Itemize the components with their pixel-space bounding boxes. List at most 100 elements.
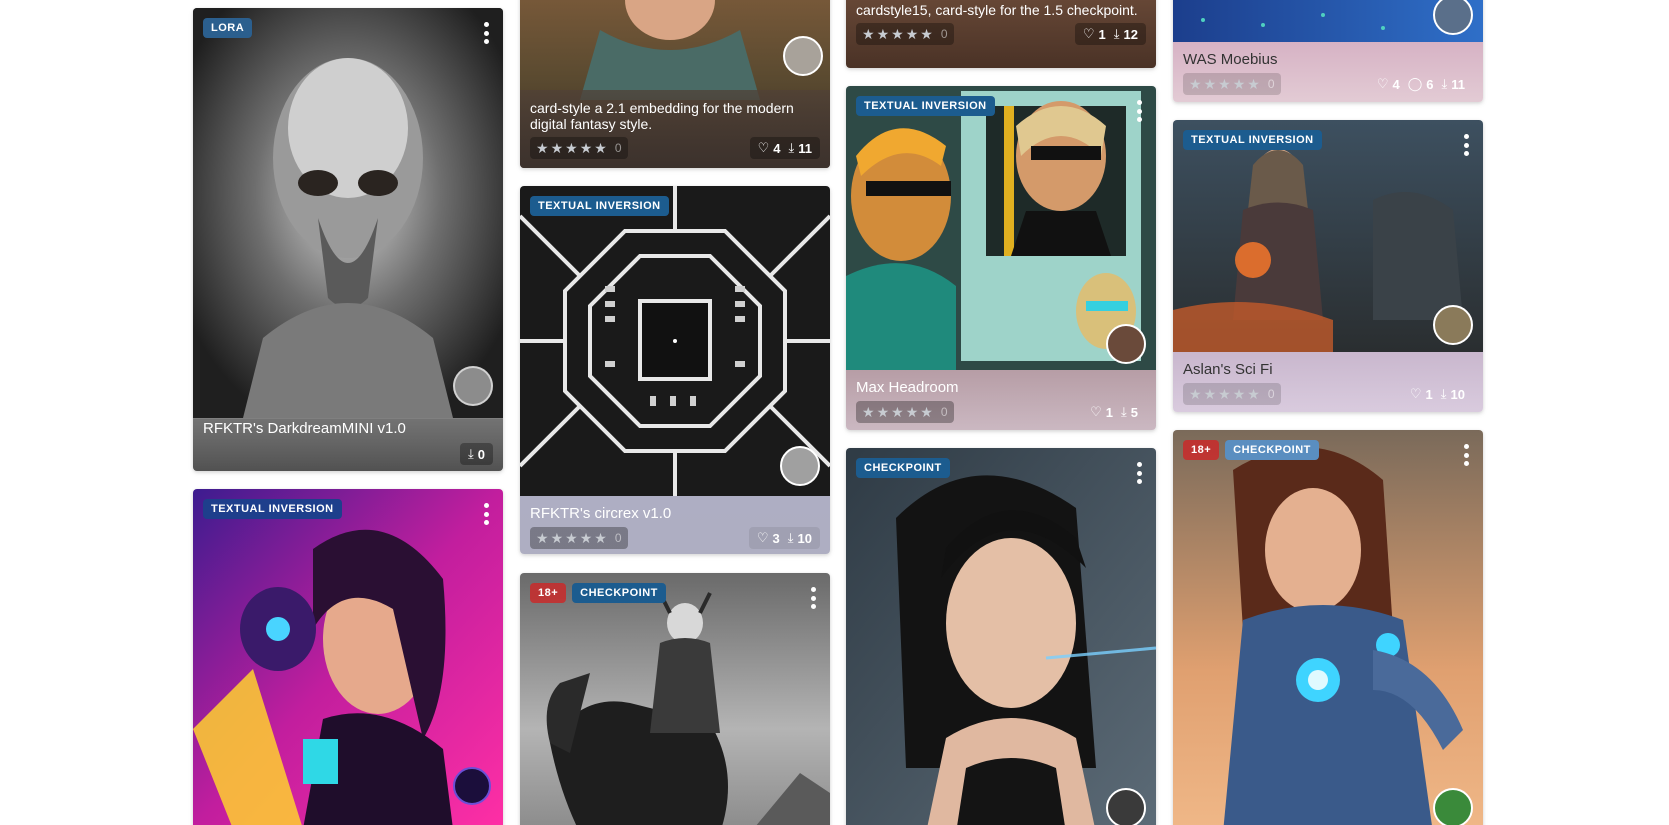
creator-avatar[interactable] [453, 366, 493, 406]
card-menu-button[interactable] [481, 503, 491, 525]
star-icon: ★ [920, 404, 933, 420]
model-metrics: ♡ 3 ⤓ 10 [748, 527, 820, 549]
model-preview-image [193, 489, 503, 825]
card-menu-button[interactable] [1461, 444, 1471, 466]
model-card-moebius[interactable]: WAS Moebius ★ ★ ★ ★ ★ 0 ♡ 4 ◯ 6 ⤓ 11 [1173, 0, 1483, 102]
star-icon: ★ [579, 530, 593, 546]
model-type-badge: TEXTUAL INVERSION [530, 196, 669, 216]
model-type-badge: LORA [203, 18, 253, 38]
model-title: Max Headroom [856, 379, 959, 396]
star-icon: ★ [1218, 76, 1231, 92]
model-card-cardstyle21[interactable]: card-style a 2.1 embedding for the moder… [520, 0, 830, 168]
card-menu-button[interactable] [808, 587, 818, 609]
card-footer: card-style a 2.1 embedding for the moder… [520, 90, 830, 168]
card-footer: RFKTR's circrex v1.0 ★ ★ ★ ★ ★ 0 ♡ 3 ⤓ 10 [520, 496, 830, 554]
model-title: card-style a 2.1 embedding for the moder… [530, 100, 794, 132]
menu-dot-icon [1136, 100, 1142, 105]
model-card-darkhair-woman[interactable]: CHECKPOINT [846, 448, 1156, 825]
menu-dot-icon [810, 595, 816, 601]
rating-count: 0 [614, 531, 622, 545]
star-icon: ★ [862, 404, 875, 420]
model-card-horserider[interactable]: 18+ CHECKPOINT [520, 573, 830, 825]
star-icon: ★ [565, 140, 578, 156]
menu-dot-icon [1136, 470, 1142, 476]
model-type-badge: TEXTUAL INVERSION [1183, 130, 1322, 150]
card-menu-button[interactable] [1134, 462, 1144, 484]
model-title: RFKTR's DarkdreamMINI v1.0 [203, 420, 406, 437]
comment-icon: ◯ [1407, 76, 1423, 91]
card-menu-button[interactable] [481, 22, 491, 44]
star-icon: ★ [550, 530, 564, 546]
model-metrics: ⤓ 0 [460, 443, 493, 465]
model-card-armor-woman[interactable]: 18+ CHECKPOINT [1173, 430, 1483, 825]
download-count: 11 [1451, 76, 1465, 92]
model-card-darkdream[interactable]: LORA RFKTR's DarkdreamMINI v1.0 ⤓ 0 [193, 8, 503, 471]
model-metrics: ♡ 1 ⤓ 10 [1402, 383, 1473, 405]
star-icon: ★ [920, 26, 933, 42]
card-menu-button[interactable] [1134, 100, 1144, 122]
model-card-aslan-scifi[interactable]: TEXTUAL INVERSION Aslan's Sci Fi ★ ★ ★ ★ ★ 0… [1173, 120, 1483, 412]
like-count: 3 [772, 530, 780, 546]
heart-icon: ♡ [1082, 26, 1095, 41]
heart-icon: ♡ [1090, 404, 1102, 419]
star-icon: ★ [1218, 386, 1231, 402]
model-title: Aslan's Sci Fi [1183, 361, 1273, 378]
menu-dot-icon [483, 30, 489, 36]
like-count: 1 [1105, 404, 1114, 420]
card-footer: Max Headroom ★ ★ ★ ★ ★ 0 ♡ 1 ⤓ 5 [846, 370, 1156, 430]
model-card-neon[interactable]: TEXTUAL INVERSION [193, 489, 503, 825]
menu-dot-icon [1136, 108, 1142, 114]
star-icon: ★ [1189, 386, 1202, 402]
star-icon: ★ [594, 140, 607, 156]
rating-count: 0 [1267, 77, 1275, 91]
model-card-maxheadroom[interactable]: TEXTUAL INVERSION Max Headroom ★ ★ ★ ★ ★ 0 ♡… [846, 86, 1156, 430]
star-icon: ★ [891, 26, 904, 42]
card-footer: WAS Moebius ★ ★ ★ ★ ★ 0 ♡ 4 ◯ 6 ⤓ 11 [1173, 42, 1483, 102]
heart-icon: ♡ [757, 140, 770, 155]
rating-stars: ★ ★ ★ ★ ★ 0 [530, 137, 628, 159]
model-type-badge: TEXTUAL INVERSION [203, 499, 342, 519]
model-card-cardstyle15[interactable]: cardstyle15, card-style for the 1.5 chec… [846, 0, 1156, 68]
star-icon: ★ [1203, 76, 1217, 92]
card-footer: Aslan's Sci Fi ★ ★ ★ ★ ★ 0 ♡ 1 ⤓ 10 [1173, 352, 1483, 412]
menu-dot-icon [1463, 452, 1469, 458]
model-type-badge: TEXTUAL INVERSION [856, 96, 995, 116]
rating-count: 0 [614, 141, 622, 155]
rating-count: 0 [940, 27, 948, 41]
menu-dot-icon [483, 22, 489, 27]
star-icon: ★ [1189, 76, 1202, 92]
model-type-badge: CHECKPOINT [1225, 440, 1319, 460]
model-title: RFKTR's circrex v1.0 [530, 505, 672, 522]
like-count: 1 [1098, 26, 1106, 42]
star-icon: ★ [536, 530, 549, 546]
menu-dot-icon [1136, 479, 1142, 484]
download-icon: ⤓ [1441, 76, 1448, 91]
menu-dot-icon [483, 503, 489, 508]
star-icon: ★ [876, 26, 890, 42]
model-preview-image [193, 8, 503, 418]
menu-dot-icon [810, 587, 816, 592]
like-count: 4 [773, 140, 781, 156]
menu-dot-icon [483, 511, 489, 517]
card-footer: RFKTR's DarkdreamMINI v1.0 ⤓ 0 [193, 419, 503, 471]
star-icon: ★ [1247, 386, 1260, 402]
download-count: 10 [797, 530, 812, 546]
card-footer: cardstyle15, card-style for the 1.5 chec… [846, 0, 1156, 68]
star-icon: ★ [1203, 386, 1217, 402]
model-card-circrex[interactable]: TEXTUAL INVERSION RFKTR's circrex v1.0 ★… [520, 186, 830, 554]
rating-stars: ★ ★ ★ ★ ★ 0 [1183, 383, 1281, 405]
download-icon: ⤓ [1121, 404, 1127, 419]
star-icon: ★ [1232, 386, 1246, 402]
menu-dot-icon [1463, 461, 1469, 466]
menu-dot-icon [1463, 142, 1469, 148]
download-count: 5 [1130, 404, 1138, 420]
star-icon: ★ [550, 140, 564, 156]
model-metrics: ♡ 4 ⤓ 11 [749, 137, 820, 159]
like-count: 1 [1425, 386, 1433, 402]
model-metrics: ♡ 4 ◯ 6 ⤓ 11 [1369, 73, 1473, 95]
download-icon: ⤓ [788, 140, 795, 155]
heart-icon: ♡ [1409, 386, 1422, 401]
model-type-badge: CHECKPOINT [856, 458, 950, 478]
download-icon: ⤓ [787, 530, 794, 545]
card-menu-button[interactable] [1461, 134, 1471, 156]
